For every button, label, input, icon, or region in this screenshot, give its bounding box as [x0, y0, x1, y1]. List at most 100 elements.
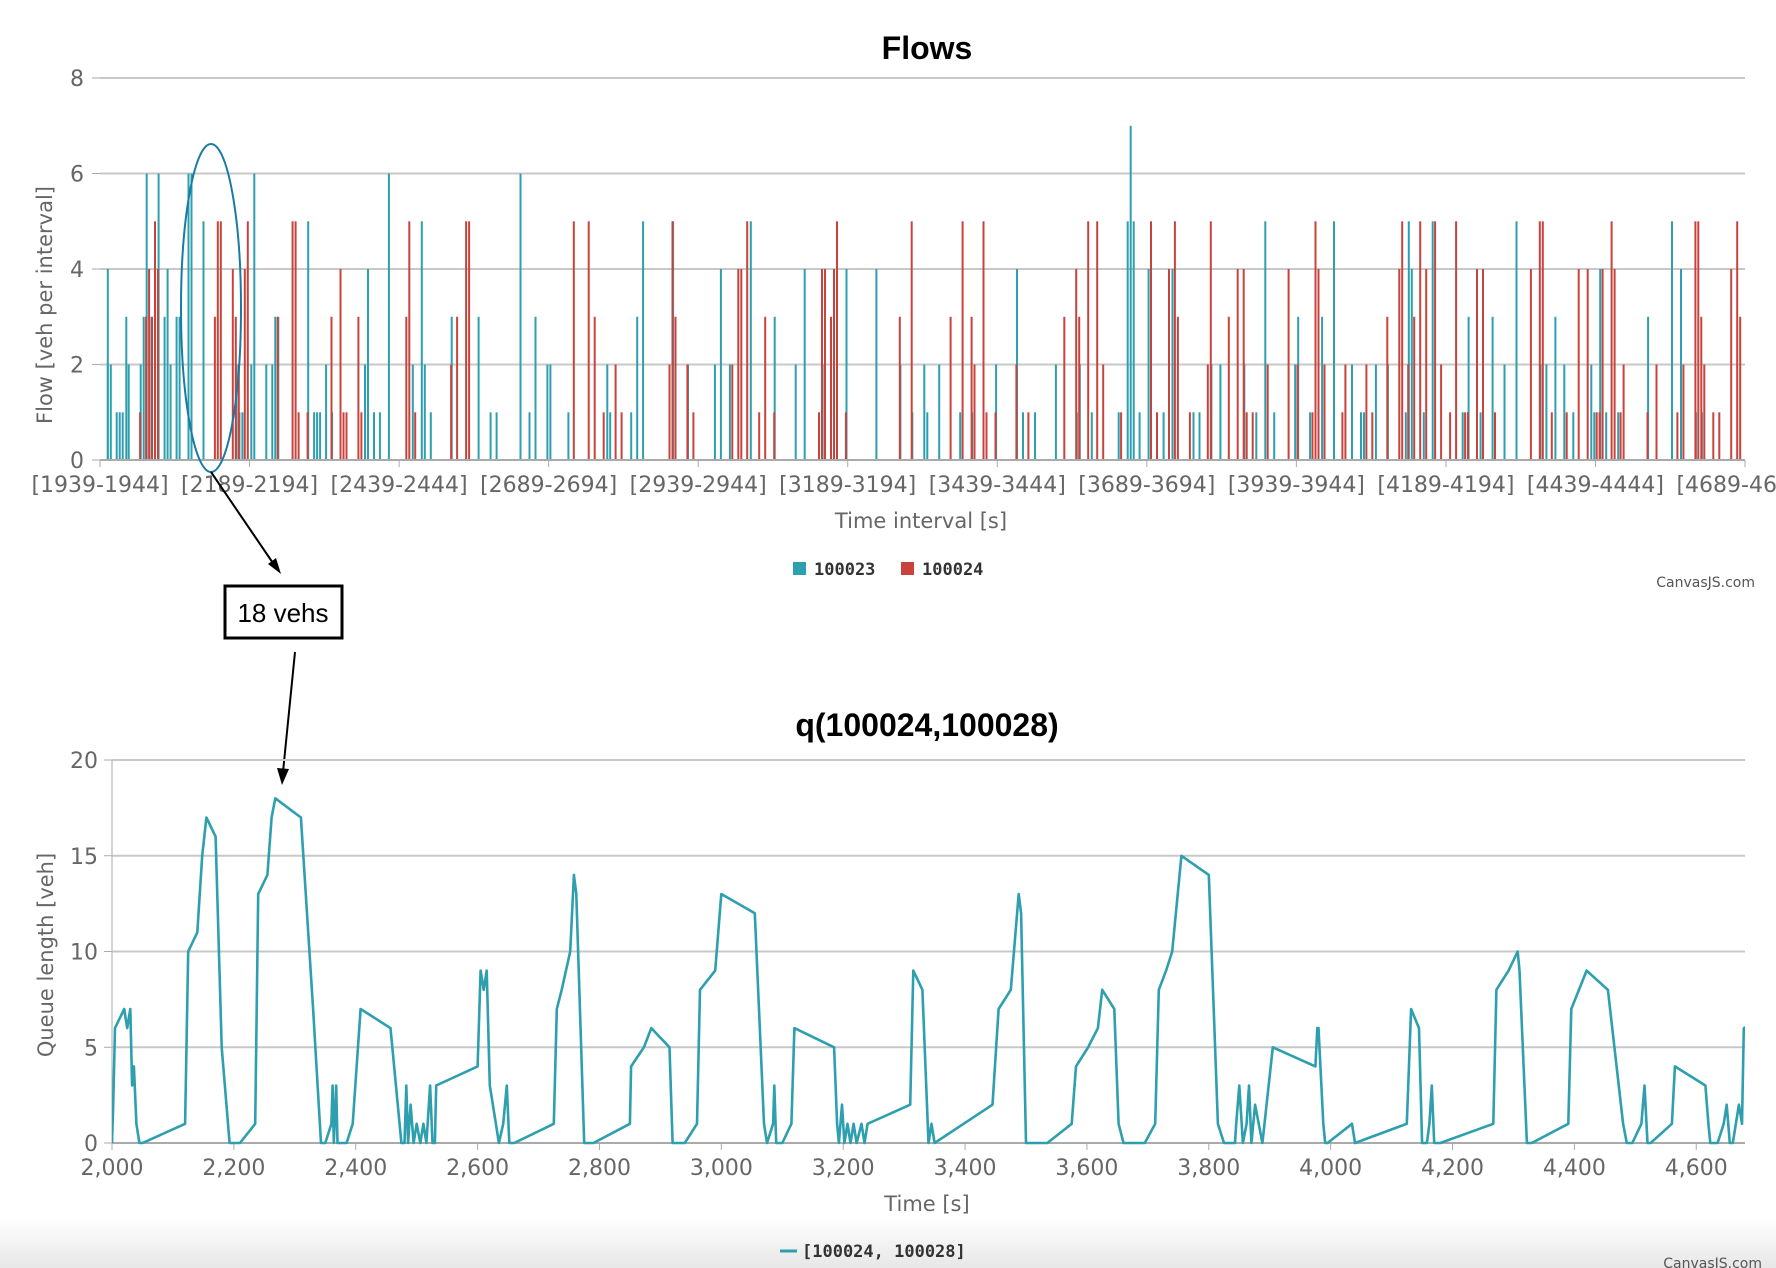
queue-x-tick-label: 2,000: [81, 1156, 144, 1181]
flow-bar-100024: [970, 316, 973, 461]
legend-label-queue[interactable]: [100024, 100028]: [802, 1242, 966, 1262]
flow-bar-100023: [1491, 316, 1494, 461]
flow-bar-100024: [602, 412, 605, 461]
flow-bar-100024: [1619, 412, 1622, 461]
flow-bar-100024: [1209, 221, 1212, 461]
flow-bar-100023: [959, 412, 962, 461]
queue-chart-title: q(100024,100028): [795, 707, 1058, 743]
flow-bar-100024: [357, 316, 360, 461]
flow-bar-100024: [1063, 316, 1066, 461]
flow-bar-100023: [1162, 412, 1165, 461]
flow-bar-100024: [216, 221, 219, 461]
flow-bar-100024: [773, 412, 776, 461]
queue-y-tick-label: 5: [84, 1036, 98, 1061]
flow-bar-100024: [1694, 221, 1697, 461]
flow-bar-100024: [1739, 316, 1742, 461]
flow-bar-100024: [758, 412, 761, 461]
legend-label-100024[interactable]: 100024: [922, 560, 983, 580]
flow-bar-100023: [1590, 364, 1593, 460]
flow-bar-100023: [1363, 412, 1365, 461]
flows-legend[interactable]: 100023 100024: [793, 560, 983, 580]
flow-bar-100024: [1371, 412, 1374, 461]
flow-bar-100023: [926, 412, 929, 461]
flow-bar-100024: [1266, 364, 1269, 460]
flow-bar-100024: [833, 269, 835, 460]
flow-bar-100023: [420, 221, 423, 461]
flow-bar-100023: [190, 173, 193, 460]
flow-bar-100023: [316, 412, 319, 461]
flow-bar-100023: [495, 412, 498, 461]
queue-x-ticks: 2,000 2,200 2,400 2,600 2,800 3,000 3,200 3,400…: [81, 760, 1728, 1181]
flow-bar-100023: [1273, 412, 1276, 461]
flow-bar-100023: [1264, 221, 1267, 461]
flow-bar-100023: [1503, 364, 1506, 460]
annotation: 18 vehs: [180, 143, 344, 785]
flow-bar-100023: [429, 412, 432, 461]
queue-x-tick-label: 2,600: [446, 1156, 509, 1181]
flow-bar-100023: [1563, 364, 1566, 460]
flow-bar-100024: [844, 412, 847, 461]
flow-bar-100023: [728, 364, 731, 460]
flow-bar-100023: [106, 364, 109, 460]
queue-credit[interactable]: CanvasJS.com: [1663, 1256, 1762, 1268]
flow-bar-100023: [636, 316, 639, 461]
flow-bar-100023: [125, 316, 128, 461]
flow-bar-100024: [306, 412, 309, 461]
flow-bar-100023: [241, 412, 244, 461]
flow-bar-100024: [1682, 364, 1685, 460]
flow-bar-100023: [373, 412, 375, 461]
legend-label-100023[interactable]: 100023: [814, 560, 875, 580]
flow-bar-100023: [423, 364, 426, 460]
flow-bar-100024: [1541, 221, 1544, 461]
queue-chart: q(100024,100028) 0 5 10 15 20 2,000 2,200 2,40…: [34, 707, 1762, 1268]
flows-chart: Flows 0 2 4 6 8 [1939-1944] [2189-2194] [2439-…: [31, 30, 1776, 591]
legend-swatch-100023: [793, 562, 806, 575]
callout-arrow-down: [282, 651, 296, 773]
flows-y-ticks: 0 2 4 6 8: [70, 67, 100, 474]
flow-bar-100023: [1309, 412, 1312, 461]
flow-bar-100023: [1126, 221, 1129, 461]
flow-bar-100023: [387, 173, 390, 460]
flow-bar-100024: [1323, 364, 1326, 460]
flow-bar-100024: [1550, 412, 1553, 461]
queue-x-tick-label: 2,800: [568, 1156, 631, 1181]
flows-y-tick-label: 2: [70, 354, 84, 379]
flow-bar-100024: [1401, 221, 1404, 461]
flow-bar-100023: [367, 269, 369, 460]
queue-legend[interactable]: [100024, 100028]: [780, 1242, 966, 1262]
flow-bar-100024: [139, 412, 142, 461]
flow-bar-100024: [1730, 269, 1733, 460]
flow-bar-100023: [609, 412, 612, 461]
flows-credit[interactable]: CanvasJS.com: [1656, 575, 1755, 591]
flow-bar-100023: [1054, 364, 1057, 460]
flow-bar-100024: [360, 412, 363, 461]
flow-bar-100024: [614, 364, 617, 460]
flow-bar-100023: [1593, 412, 1596, 461]
flow-bar-100024: [213, 316, 216, 461]
flow-bar-100023: [175, 316, 178, 461]
flow-bar-100024: [231, 269, 234, 460]
flow-bar-100023: [1545, 364, 1548, 460]
flow-bar-100024: [1482, 269, 1484, 460]
flow-bar-100024: [1096, 221, 1099, 461]
flow-bar-100024: [1440, 364, 1443, 460]
flow-bar-100023: [1034, 412, 1036, 461]
flow-bar-100024: [1425, 269, 1428, 460]
flow-bar-100023: [325, 364, 328, 460]
flow-bar-100024: [330, 316, 333, 461]
flow-bar-100024: [674, 316, 677, 461]
flow-bar-100024: [587, 221, 590, 461]
flow-bar-100023: [1090, 412, 1093, 461]
flow-bar-100024: [1595, 412, 1598, 461]
flow-bar-100024: [1206, 364, 1209, 460]
flows-x-axis-title: Time interval [s]: [834, 509, 1007, 533]
flow-bar-100024: [1015, 364, 1018, 460]
flow-bar-100024: [1646, 412, 1649, 461]
callout-label: 18 vehs: [237, 598, 328, 628]
flow-bar-100024: [339, 269, 342, 460]
flow-bar-100023: [166, 269, 169, 460]
flow-bar-100023: [319, 412, 322, 461]
flow-bar-100024: [1287, 269, 1290, 460]
flow-bar-100023: [127, 364, 130, 460]
flow-bar-100024: [1712, 412, 1715, 461]
